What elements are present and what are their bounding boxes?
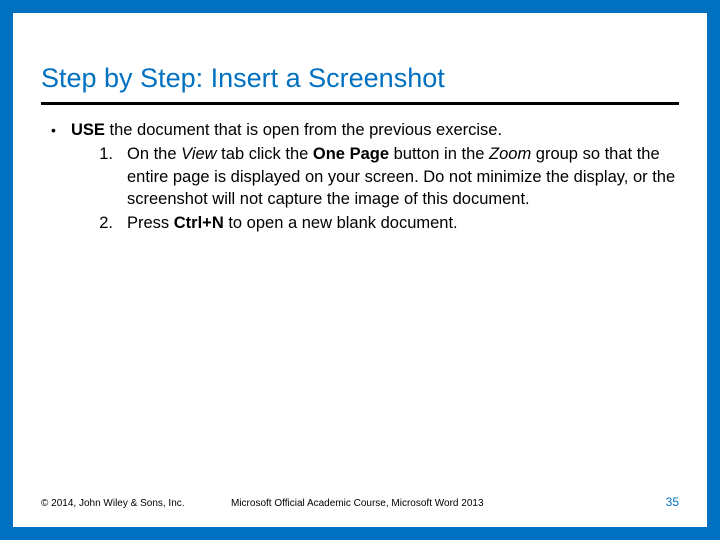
bullet-body: USE the document that is open from the p… — [71, 119, 679, 236]
step-2: 2. Press Ctrl+N to open a new blank docu… — [97, 212, 679, 234]
step-number: 1. — [97, 143, 127, 210]
footer-course: Microsoft Official Academic Course, Micr… — [231, 498, 639, 509]
numbered-list: 1. On the View tab click the One Page bu… — [71, 143, 679, 234]
footer-copyright: © 2014, John Wiley & Sons, Inc. — [41, 498, 231, 509]
step-text: On the View tab click the One Page butto… — [127, 143, 679, 210]
footer-page-number: 35 — [639, 495, 679, 509]
bullet-lead: USE the document that is open from the p… — [71, 119, 679, 141]
step-text: Press Ctrl+N to open a new blank documen… — [127, 212, 679, 234]
step-1: 1. On the View tab click the One Page bu… — [97, 143, 679, 210]
slide: Step by Step: Insert a Screenshot • USE … — [13, 13, 707, 527]
slide-title: Step by Step: Insert a Screenshot — [41, 63, 679, 105]
slide-content: • USE the document that is open from the… — [41, 119, 679, 495]
step-number: 2. — [97, 212, 127, 234]
bullet-item: • USE the document that is open from the… — [51, 119, 679, 236]
bullet-marker: • — [51, 119, 71, 236]
slide-footer: © 2014, John Wiley & Sons, Inc. Microsof… — [41, 495, 679, 509]
